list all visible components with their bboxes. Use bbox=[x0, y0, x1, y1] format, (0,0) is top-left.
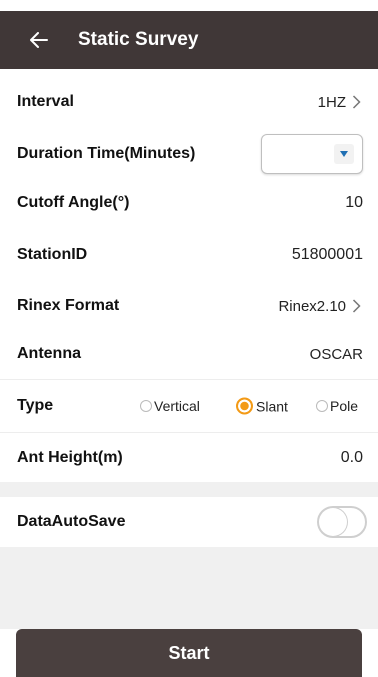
height-label: Ant Height(m) bbox=[17, 449, 123, 466]
interval-value-text: 1HZ bbox=[317, 93, 346, 111]
antenna-row[interactable]: Antenna OSCAR bbox=[0, 334, 378, 374]
type-radio-group: Vertical Slant Pole bbox=[0, 386, 378, 426]
page-title: Static Survey bbox=[78, 29, 199, 50]
chevron-right-icon bbox=[352, 95, 361, 109]
cutoff-label: Cutoff Angle(°) bbox=[17, 194, 130, 211]
radio-vertical-label: Vertical bbox=[154, 398, 200, 414]
section-gap bbox=[0, 482, 378, 497]
radio-slant[interactable]: Slant bbox=[236, 397, 288, 415]
rinex-value-text: Rinex2.10 bbox=[278, 297, 346, 315]
chevron-right-icon bbox=[352, 299, 361, 313]
height-row[interactable]: Ant Height(m) 0.0 bbox=[0, 438, 378, 478]
radio-pole-label: Pole bbox=[330, 398, 359, 414]
antenna-label: Antenna bbox=[17, 345, 81, 362]
radio-pole[interactable]: Pole bbox=[316, 398, 358, 414]
autosave-toggle[interactable] bbox=[317, 506, 367, 538]
rinex-row[interactable]: Rinex Format Rinex2.10 bbox=[0, 286, 378, 326]
duration-label: Duration Time(Minutes) bbox=[17, 145, 196, 162]
cutoff-row[interactable]: Cutoff Angle(°) 10 bbox=[0, 183, 378, 223]
divider bbox=[0, 432, 378, 433]
radio-circle-selected bbox=[236, 397, 253, 415]
radio-circle bbox=[140, 400, 152, 412]
duration-row: Duration Time(Minutes) bbox=[0, 130, 378, 178]
type-row: Type Vertical Slant Pole bbox=[0, 386, 378, 426]
interval-value[interactable]: 1HZ bbox=[318, 94, 361, 111]
back-button[interactable] bbox=[28, 29, 50, 51]
radio-slant-label: Slant bbox=[256, 398, 288, 414]
autosave-label: DataAutoSave bbox=[17, 513, 126, 530]
app-bar: Static Survey bbox=[0, 11, 378, 69]
station-label: StationID bbox=[17, 246, 88, 263]
caret-down-icon bbox=[340, 151, 348, 157]
station-row[interactable]: StationID 51800001 bbox=[0, 235, 378, 275]
autosave-row: DataAutoSave bbox=[0, 497, 378, 547]
antenna-value[interactable]: OSCAR bbox=[310, 346, 363, 363]
interval-label: Interval bbox=[17, 93, 74, 110]
rinex-label: Rinex Format bbox=[17, 297, 120, 314]
interval-row[interactable]: Interval 1HZ bbox=[0, 82, 378, 122]
height-value[interactable]: 0.0 bbox=[341, 449, 363, 467]
toggle-knob bbox=[319, 508, 347, 536]
dropdown-toggle[interactable] bbox=[334, 144, 354, 164]
duration-dropdown[interactable] bbox=[261, 134, 363, 174]
radio-vertical[interactable]: Vertical bbox=[140, 398, 200, 414]
arrow-left-icon bbox=[30, 32, 48, 48]
start-button[interactable]: Start bbox=[16, 629, 362, 677]
cutoff-value[interactable]: 10 bbox=[345, 194, 363, 212]
radio-circle bbox=[316, 400, 328, 412]
bottom-gap bbox=[0, 547, 378, 629]
divider bbox=[0, 379, 378, 380]
station-value[interactable]: 51800001 bbox=[292, 246, 363, 264]
rinex-value[interactable]: Rinex2.10 bbox=[278, 298, 361, 315]
